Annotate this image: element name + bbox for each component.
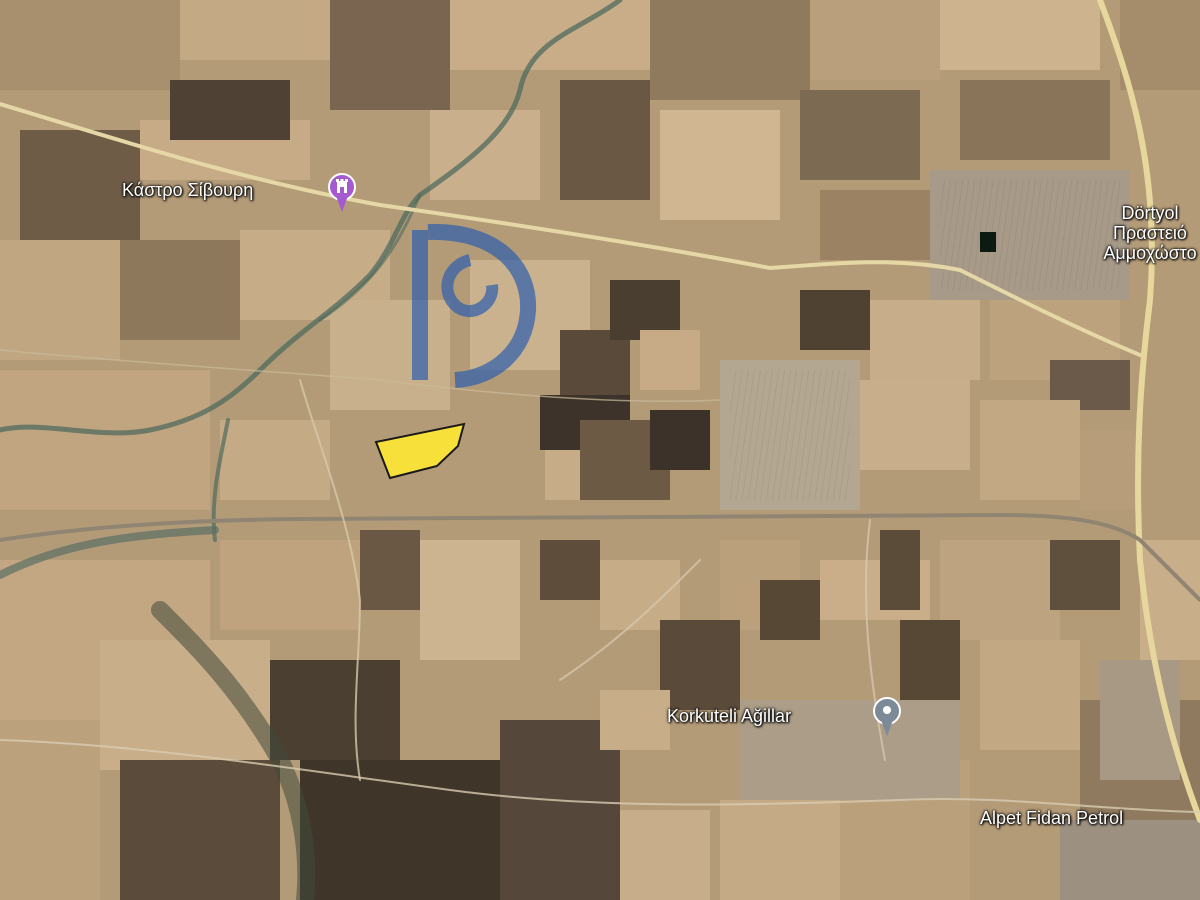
poi-label-kastro-sivouri[interactable]: Κάστρο Σίβουρη (122, 180, 253, 200)
poi-label-alpet-fidan-petrol[interactable]: Alpet Fidan Petrol (980, 808, 1123, 828)
place-label-dortyol[interactable]: Dörtyol Πραστειό Αμμοχώστο (1085, 203, 1200, 263)
poi-label-korkuteli-agillar[interactable]: Korkuteli Ağillar (667, 706, 791, 726)
place-name-line2: Πραστειό (1113, 223, 1187, 243)
place-name-line1: Dörtyol (1121, 203, 1179, 223)
castle-icon[interactable] (327, 172, 357, 212)
place-name-line3: Αμμοχώστο (1103, 243, 1197, 263)
location-pin-icon[interactable] (872, 696, 902, 736)
map-view[interactable]: Κάστρο Σίβουρη Dörtyol Πραστειό Αμμοχώστ… (0, 0, 1200, 900)
satellite-imagery (0, 0, 1200, 900)
